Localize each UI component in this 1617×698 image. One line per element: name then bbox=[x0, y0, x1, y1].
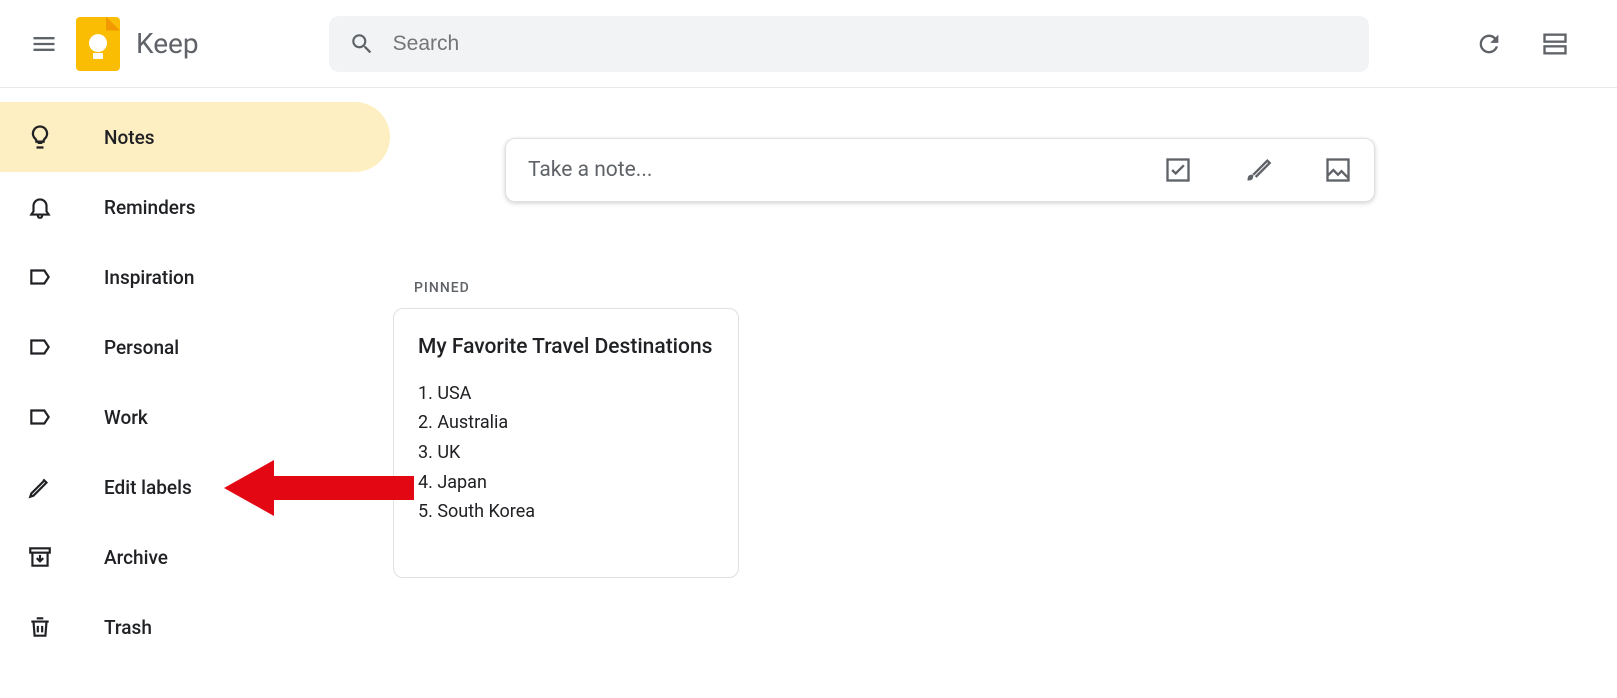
sidebar-item-label: Inspiration bbox=[104, 266, 194, 289]
list-view-icon bbox=[1541, 30, 1569, 58]
note-line: 4. Japan bbox=[418, 468, 714, 498]
note-line: 5. South Korea bbox=[418, 497, 714, 527]
sidebar: Notes Reminders Inspiration Personal Wor… bbox=[0, 88, 390, 698]
search-input[interactable] bbox=[393, 32, 1349, 56]
bell-icon bbox=[26, 194, 54, 220]
hamburger-icon bbox=[30, 30, 58, 58]
sidebar-item-label: Reminders bbox=[104, 196, 195, 219]
sidebar-item-trash[interactable]: Trash bbox=[0, 592, 390, 662]
sidebar-item-archive[interactable]: Archive bbox=[0, 522, 390, 592]
take-note-placeholder: Take a note... bbox=[528, 158, 1164, 182]
label-icon bbox=[26, 264, 54, 290]
label-icon bbox=[26, 334, 54, 360]
sidebar-item-label: Edit labels bbox=[104, 476, 192, 499]
note-title: My Favorite Travel Destinations bbox=[418, 331, 714, 365]
take-note-actions bbox=[1164, 156, 1352, 184]
image-icon bbox=[1324, 156, 1352, 184]
header: Keep bbox=[0, 0, 1617, 88]
main-content: Take a note... PINNED My Favorite Travel… bbox=[390, 88, 1617, 698]
search-bar[interactable] bbox=[329, 16, 1369, 72]
label-icon bbox=[26, 404, 54, 430]
sidebar-item-label: Personal bbox=[104, 336, 179, 359]
keep-logo-icon bbox=[76, 17, 120, 71]
sidebar-item-label: Notes bbox=[104, 126, 155, 149]
sidebar-item-reminders[interactable]: Reminders bbox=[0, 172, 390, 242]
header-actions bbox=[1467, 22, 1597, 66]
brush-icon bbox=[1244, 156, 1272, 184]
note-body: 1. USA 2. Australia 3. UK 4. Japan 5. So… bbox=[418, 379, 714, 527]
app-logo-wrap[interactable]: Keep bbox=[76, 17, 199, 71]
take-note-bar[interactable]: Take a note... bbox=[505, 138, 1375, 202]
sidebar-item-work[interactable]: Work bbox=[0, 382, 390, 452]
note-card[interactable]: My Favorite Travel Destinations 1. USA 2… bbox=[393, 308, 739, 578]
pinned-section-label: PINNED bbox=[414, 280, 1617, 296]
sidebar-item-label: Work bbox=[104, 406, 148, 429]
sidebar-item-label: Archive bbox=[104, 546, 168, 569]
list-view-button[interactable] bbox=[1533, 22, 1577, 66]
sidebar-item-notes[interactable]: Notes bbox=[0, 102, 390, 172]
checkbox-icon bbox=[1164, 156, 1192, 184]
search-icon bbox=[349, 31, 375, 57]
sidebar-item-edit-labels[interactable]: Edit labels bbox=[0, 452, 390, 522]
sidebar-item-label: Trash bbox=[104, 616, 152, 639]
main-menu-button[interactable] bbox=[20, 20, 68, 68]
refresh-button[interactable] bbox=[1467, 22, 1511, 66]
new-image-note-button[interactable] bbox=[1324, 156, 1352, 184]
trash-icon bbox=[26, 614, 54, 640]
app-name: Keep bbox=[136, 27, 199, 60]
note-line: 1. USA bbox=[418, 379, 714, 409]
note-line: 3. UK bbox=[418, 438, 714, 468]
lightbulb-icon bbox=[26, 123, 54, 151]
archive-icon bbox=[26, 544, 54, 570]
sidebar-item-personal[interactable]: Personal bbox=[0, 312, 390, 382]
note-line: 2. Australia bbox=[418, 408, 714, 438]
refresh-icon bbox=[1475, 30, 1503, 58]
new-drawing-button[interactable] bbox=[1244, 156, 1272, 184]
new-list-button[interactable] bbox=[1164, 156, 1192, 184]
pencil-icon bbox=[26, 474, 54, 500]
sidebar-item-inspiration[interactable]: Inspiration bbox=[0, 242, 390, 312]
